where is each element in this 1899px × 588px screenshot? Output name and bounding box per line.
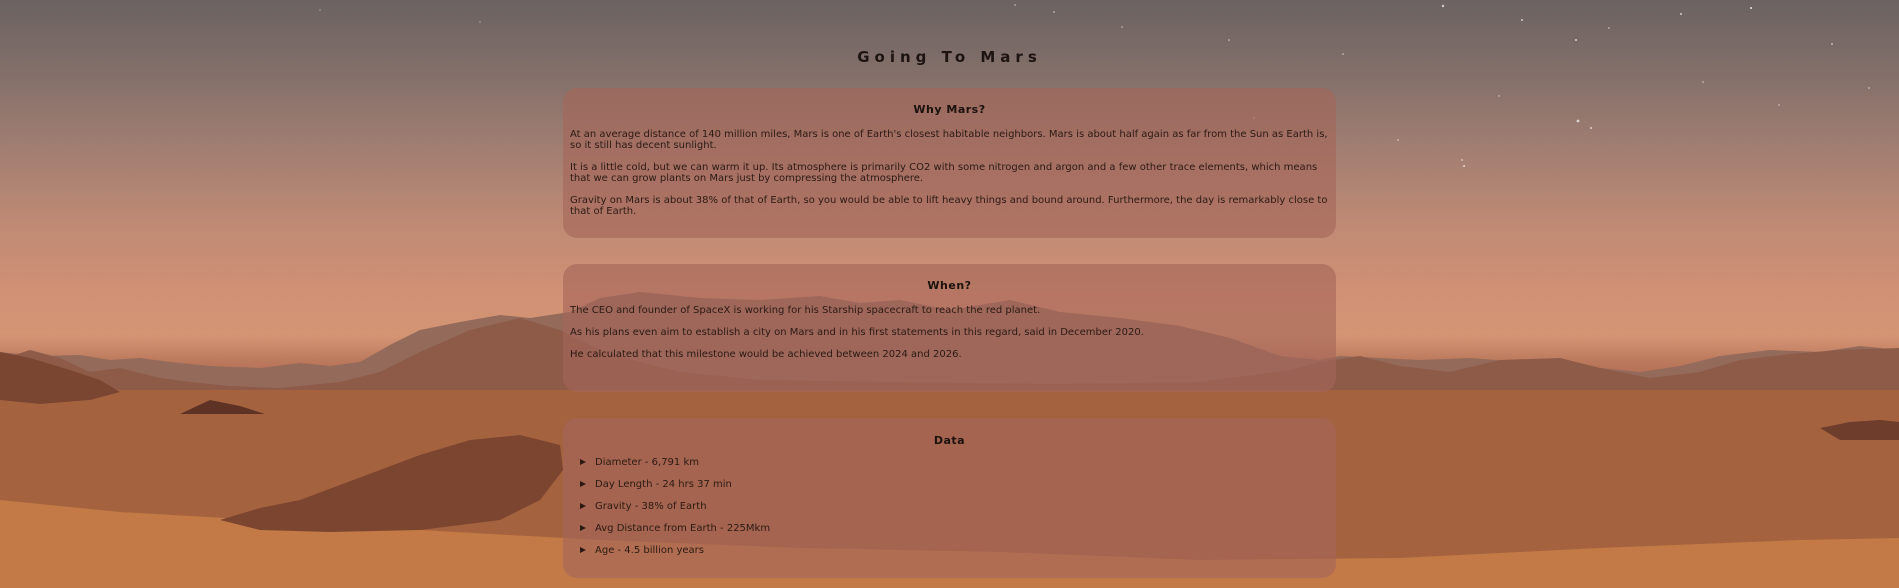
when-paragraph: He calculated that this milestone would … <box>570 349 962 360</box>
why-mars-card: Why Mars? At an average distance of 140 … <box>563 88 1336 238</box>
page-title: Going To Mars <box>857 48 1042 66</box>
list-item-text: Day Length - 24 hrs 37 min <box>595 479 732 490</box>
list-item: Gravity - 38% of Earth <box>580 501 1329 523</box>
why-mars-paragraph: Gravity on Mars is about 38% of that of … <box>570 195 1328 217</box>
triangle-right-icon <box>580 547 586 553</box>
when-heading: When? <box>927 279 972 292</box>
triangle-right-icon <box>580 459 586 465</box>
list-item-text: Gravity - 38% of Earth <box>595 501 707 512</box>
when-paragraph: The CEO and founder of SpaceX is working… <box>570 305 1041 316</box>
list-item: Avg Distance from Earth - 225Mkm <box>580 523 1329 545</box>
list-item-text: Diameter - 6,791 km <box>595 457 699 468</box>
list-item: Day Length - 24 hrs 37 min <box>580 479 1329 501</box>
why-mars-heading: Why Mars? <box>913 103 986 116</box>
list-item: Diameter - 6,791 km <box>580 457 1329 479</box>
list-item: Age - 4.5 billion years <box>580 545 1329 567</box>
when-card: When? The CEO and founder of SpaceX is w… <box>563 264 1336 392</box>
why-mars-paragraph: At an average distance of 140 million mi… <box>570 129 1328 151</box>
triangle-right-icon <box>580 525 586 531</box>
data-heading: Data <box>933 434 966 447</box>
data-card: Data Diameter - 6,791 km Day Length - 24… <box>563 418 1336 578</box>
list-item-text: Age - 4.5 billion years <box>595 545 705 556</box>
when-paragraph: As his plans even aim to establish a cit… <box>570 327 1144 338</box>
list-item-text: Avg Distance from Earth - 225Mkm <box>595 523 771 534</box>
data-list: Diameter - 6,791 km Day Length - 24 hrs … <box>570 457 1329 567</box>
why-mars-paragraph: It is a little cold, but we can warm it … <box>570 162 1318 184</box>
triangle-right-icon <box>580 481 586 487</box>
triangle-right-icon <box>580 503 586 509</box>
